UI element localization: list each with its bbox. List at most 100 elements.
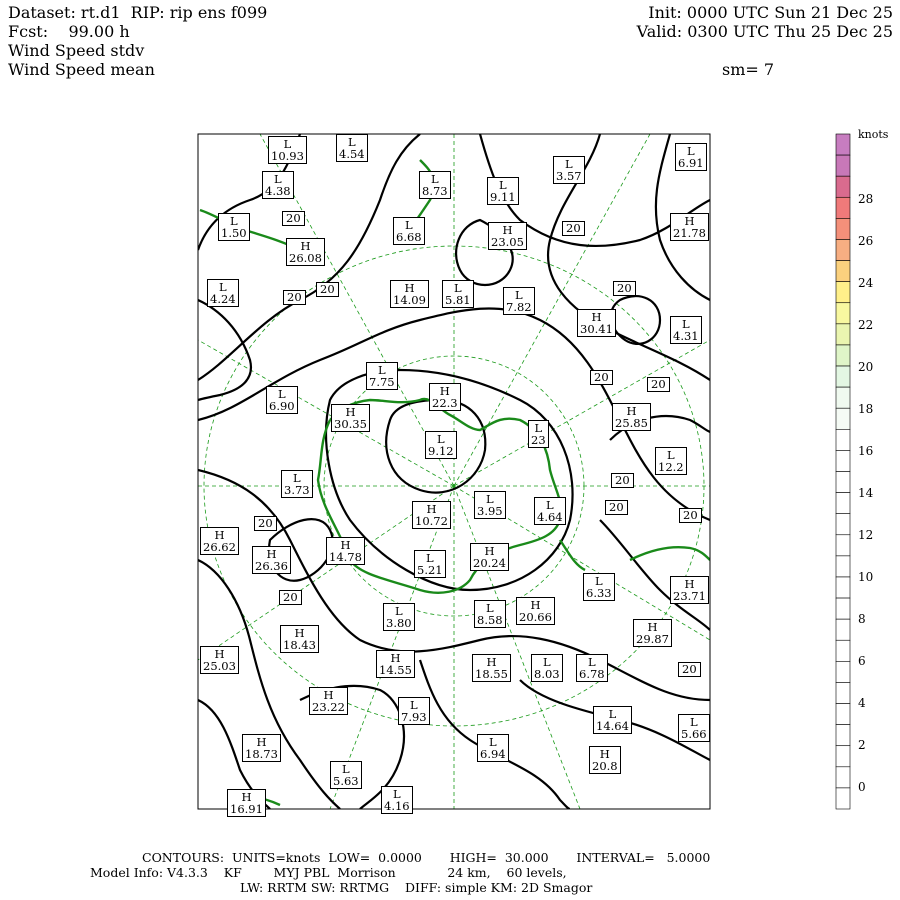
low-marker: L 23 [528,420,549,448]
low-marker: L 1.50 [218,213,250,241]
contour-value-label: 20 [254,516,277,531]
contour-value-label: 20 [647,377,670,392]
high-marker: H 20.66 [516,597,555,625]
color-scale-swatch [835,555,851,578]
low-marker: L 10.93 [268,136,307,164]
high-marker: H 26.36 [252,546,291,574]
low-marker: L 8.73 [419,171,451,199]
low-marker: L 6.78 [576,654,608,682]
low-marker: L 4.16 [381,786,413,814]
contour-value-label: 20 [678,662,701,677]
color-scale-swatch [835,661,851,683]
low-marker: L 4.54 [336,134,368,162]
color-scale-units: knots [858,128,889,141]
low-marker: L 7.82 [503,287,535,315]
color-scale-label: 20 [858,360,874,374]
color-scale-swatch [835,745,851,768]
color-scale-label: 28 [858,192,874,206]
high-marker: H 14.09 [390,280,429,308]
low-marker: L 6.68 [393,217,425,245]
high-marker: H 21.78 [670,213,709,241]
low-marker: L 5.63 [330,761,362,789]
color-scale-swatch [835,429,851,451]
color-scale-label: 22 [858,318,874,332]
high-marker: H 10.72 [412,501,451,529]
color-scale-swatch [835,175,851,198]
color-scale-swatch [835,386,851,409]
high-marker: H 20.24 [470,543,509,571]
high-marker: H 25.85 [612,403,651,431]
contour-value-label: 20 [679,508,702,523]
contour-value-label: 20 [611,473,634,488]
high-marker: H 14.55 [376,650,415,678]
color-scale-swatch [835,450,851,472]
color-scale-swatch [835,239,851,261]
low-marker: L 12.2 [655,447,687,475]
high-marker: H 25.03 [200,646,239,674]
color-scale-swatch [835,513,851,536]
contour-value-label: 20 [605,500,628,515]
color-scale-swatch [835,471,851,493]
color-scale-swatch [835,281,851,304]
color-scale-label: 2 [858,738,866,752]
high-marker: H 22.3 [429,383,461,411]
low-marker: L 9.12 [425,431,457,459]
low-marker: L 5.81 [442,280,474,308]
high-marker: H 18.73 [242,734,281,762]
contour-value-label: 20 [316,282,339,297]
low-marker: L 4.31 [670,316,702,344]
high-marker: H 16.91 [227,789,266,817]
low-marker: L 9.11 [487,177,519,205]
color-scale-label: 14 [858,486,874,500]
color-scale-swatch [835,302,851,325]
color-scale-swatch [835,365,851,388]
contour-value-label: 20 [590,370,613,385]
low-marker: L 8.58 [474,600,506,628]
contour-value-label: 20 [282,211,305,226]
low-marker: L 6.33 [583,573,615,601]
contour-value-label: 20 [613,281,636,296]
high-marker: H 14.78 [326,537,365,565]
contour-info: CONTOURS: UNITS=knots LOW= 0.0000 HIGH= … [142,850,711,865]
low-marker: L 3.73 [281,470,313,498]
color-scale-label: 24 [858,276,874,290]
color-scale-swatch [835,492,851,514]
high-marker: H 23.05 [488,222,527,250]
low-marker: L 4.24 [207,279,239,307]
color-scale-swatch [835,597,851,620]
color-scale-swatch [835,133,851,156]
low-marker: L 14.64 [593,706,632,734]
color-scale-swatch [835,639,851,662]
color-scale-swatch [835,787,851,810]
color-scale-swatch [835,154,851,177]
color-scale-swatch [835,344,851,367]
low-marker: L 5.66 [678,714,710,742]
low-marker: L 6.94 [477,734,509,762]
contour-value-label: 20 [562,221,585,236]
color-scale-swatch [835,196,851,219]
low-marker: L 7.75 [366,362,398,390]
color-scale-swatch [835,618,851,641]
color-scale-label: 12 [858,528,874,542]
contour-value-label: 20 [279,590,302,605]
color-scale-label: 8 [858,612,866,626]
color-scale-label: 16 [858,444,874,458]
high-marker: H 23.71 [670,576,709,604]
high-marker: H 23.22 [309,687,348,715]
high-marker: H 18.55 [472,654,511,682]
low-marker: L 3.95 [474,491,506,519]
color-scale-label: 0 [858,780,866,794]
low-marker: L 8.03 [531,654,563,682]
physics-info: LW: RRTM SW: RRTMG DIFF: simple KM: 2D S… [240,880,593,895]
color-scale-swatch [835,407,851,430]
high-marker: H 26.08 [286,238,325,266]
color-scale-swatch [835,218,851,240]
low-marker: L 3.80 [383,603,415,631]
color-scale-swatch [835,703,851,725]
low-marker: L 4.64 [534,497,566,525]
low-marker: L 6.91 [675,143,707,171]
color-scale-swatch [835,724,851,747]
high-marker: H 29.87 [633,619,672,647]
low-marker: L 3.57 [553,156,585,184]
low-marker: L 5.21 [414,550,446,578]
